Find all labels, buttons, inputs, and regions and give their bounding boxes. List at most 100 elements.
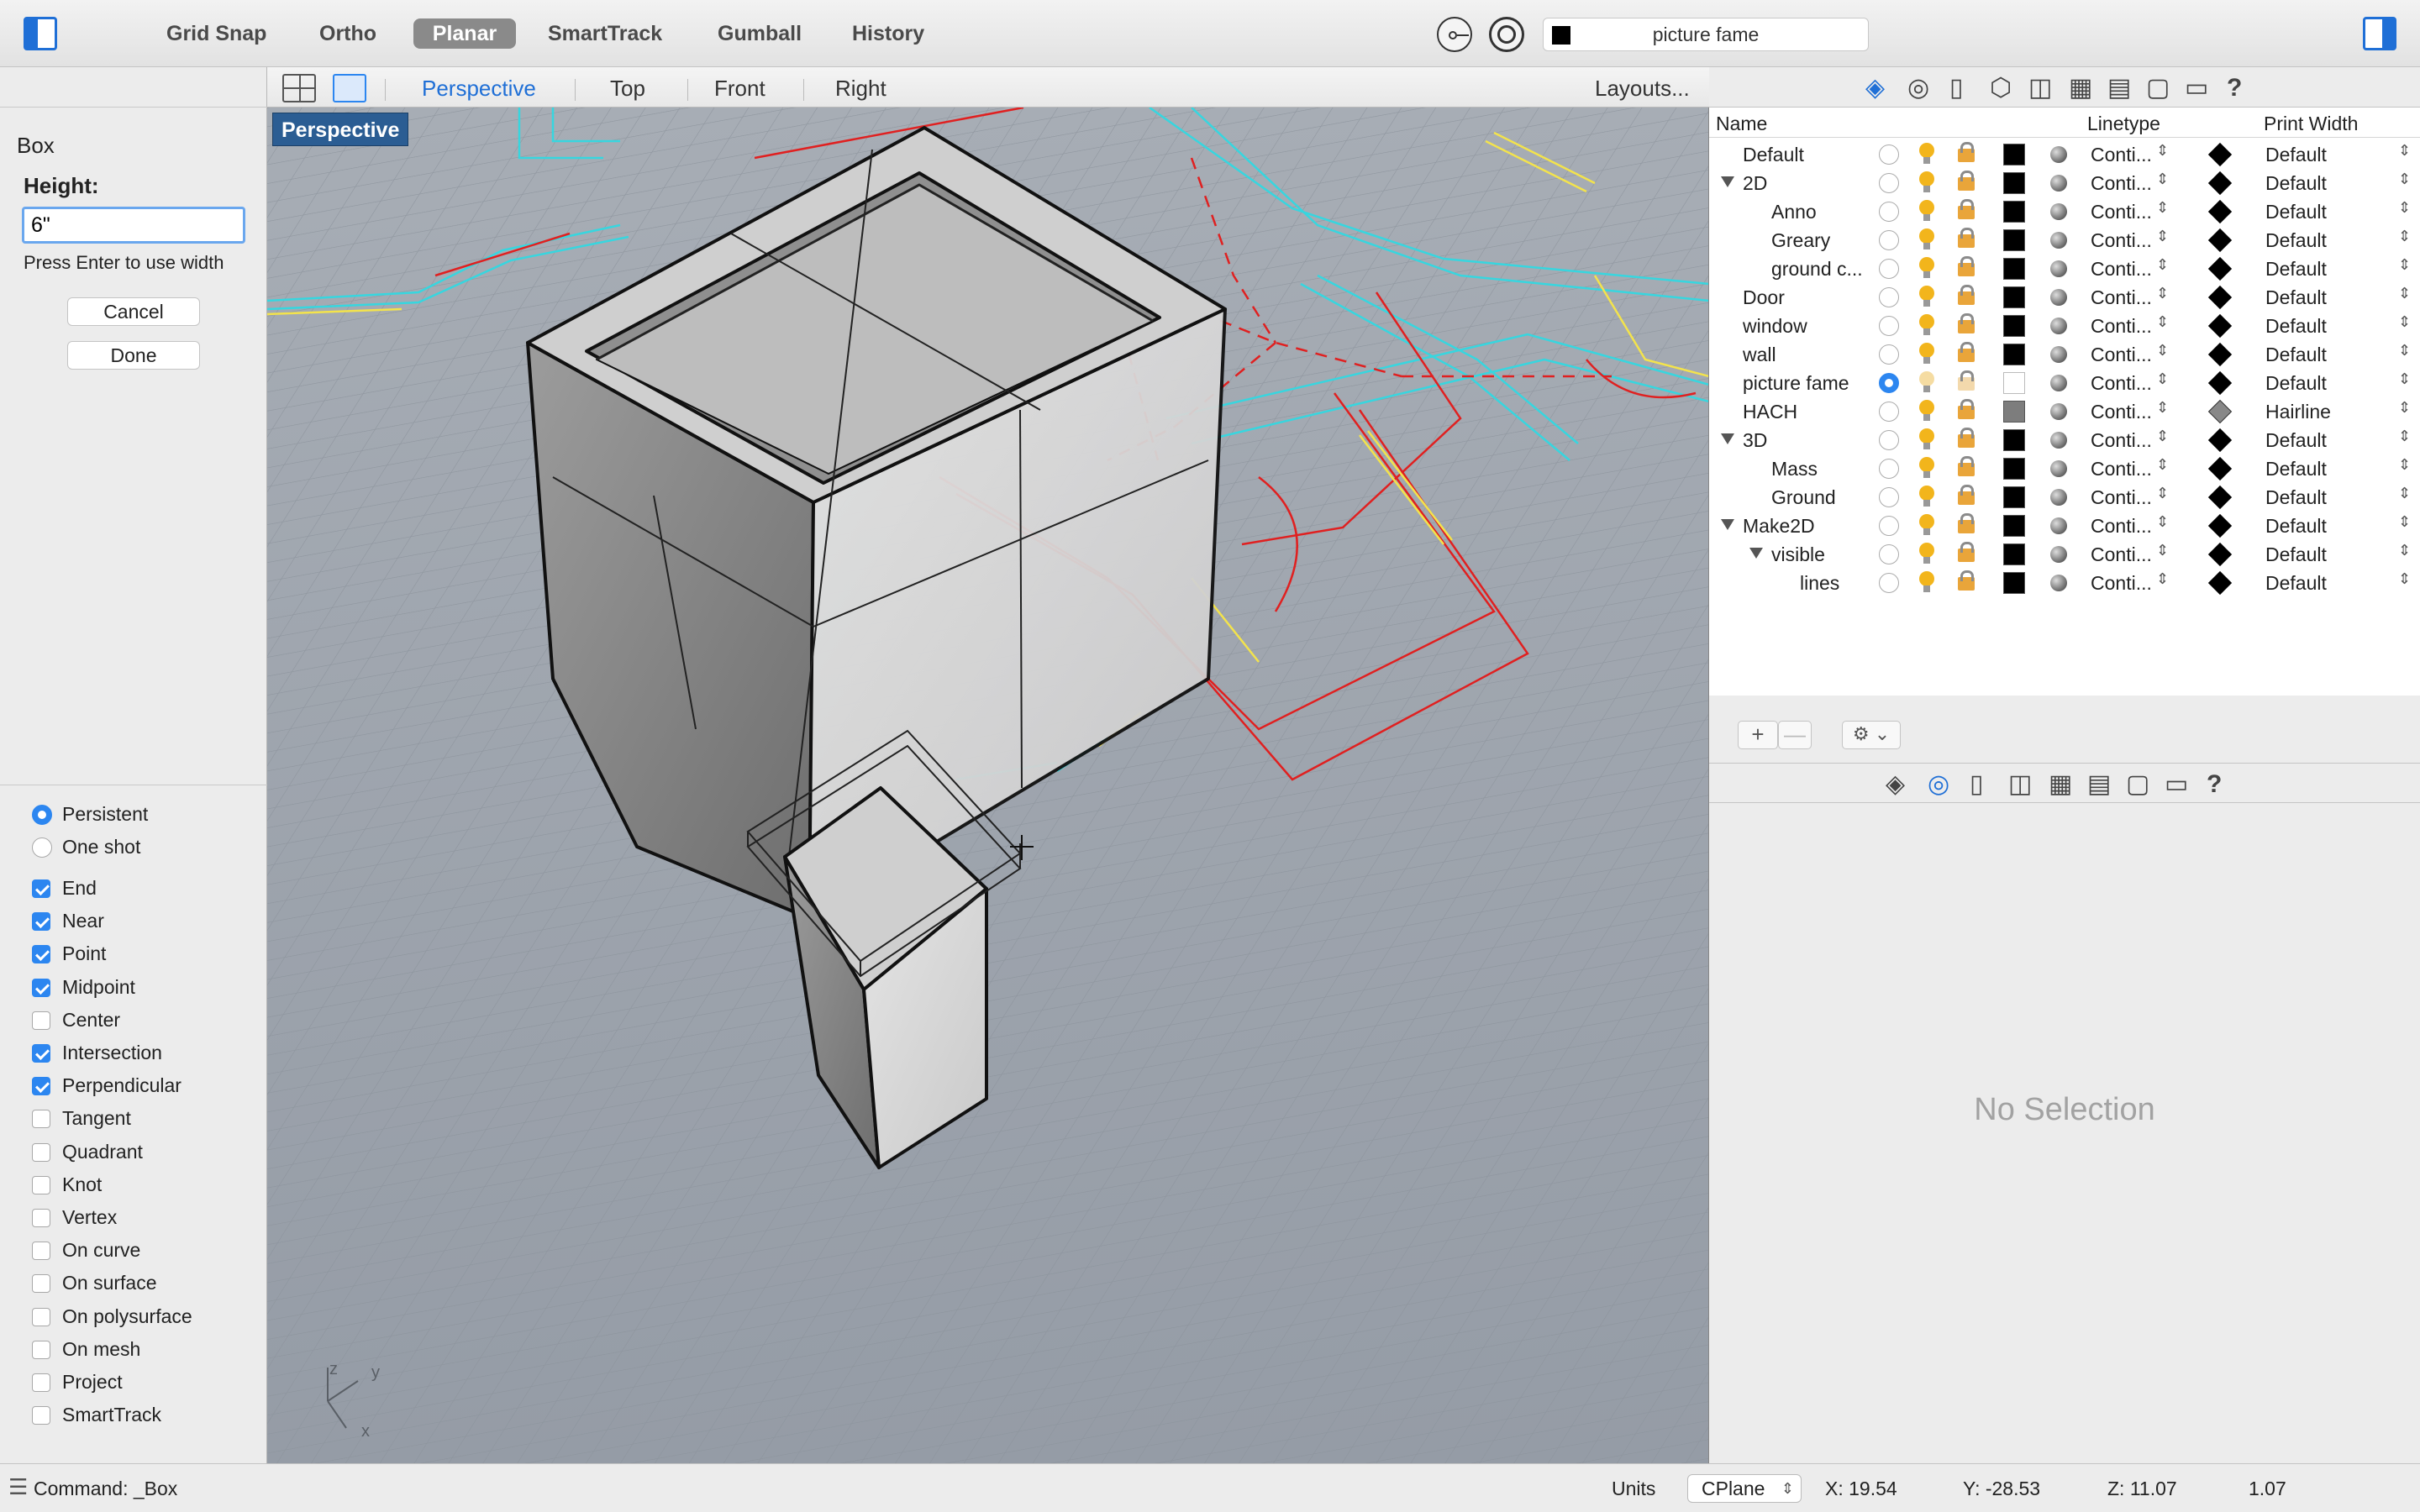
viewport-panel-icon[interactable]: ▢ [2146,76,2170,101]
layer-color-swatch[interactable] [2003,315,2025,337]
layers-icon[interactable]: ◈ [1865,76,1885,101]
print-color-diamond-icon[interactable] [2207,485,2233,510]
visibility-bulb-icon[interactable] [1919,428,1934,449]
material-sphere-icon[interactable] [2050,460,2067,477]
tab-top[interactable]: Top [610,74,645,102]
checkbox-icon[interactable] [32,1077,50,1096]
print-color-diamond-icon[interactable] [2207,399,2233,424]
layer-color-swatch[interactable] [2003,515,2025,537]
layer-linetype[interactable]: Conti... [2091,401,2152,423]
select-arrows-icon[interactable]: ⇕ [2398,485,2411,502]
lock-icon[interactable] [1958,485,1975,505]
checkbox-icon[interactable] [32,912,50,932]
visibility-bulb-icon[interactable] [1919,571,1934,592]
layer-color-swatch[interactable] [2003,572,2025,594]
layer-row[interactable]: ground c... Conti... ⇕ Default ⇕ [1709,254,2420,282]
current-layer-radio-icon[interactable] [1879,573,1899,593]
material-sphere-icon[interactable] [2050,575,2067,591]
layers-icon[interactable]: ◈ [1886,772,1905,797]
select-arrows-icon[interactable]: ⇕ [2156,142,2169,160]
grid-plane-icon[interactable]: ▦ [2069,76,2092,101]
layer-color-swatch[interactable] [2003,543,2025,565]
visibility-bulb-icon[interactable] [1919,371,1934,392]
viewport-title-label[interactable]: Perspective [272,113,409,146]
layer-row[interactable]: picture fame Conti... ⇕ Default ⇕ [1709,368,2420,396]
checkbox-icon[interactable] [32,1307,50,1326]
select-arrows-icon[interactable]: ⇕ [2156,370,2169,388]
checkbox-icon[interactable] [32,1242,50,1261]
grid-snap-button[interactable]: Grid Snap [151,18,281,49]
current-layer-radio-icon[interactable] [1879,487,1899,507]
current-layer-radio-icon[interactable] [1879,230,1899,250]
layer-print-width[interactable]: Default [2265,144,2327,166]
checkbox-icon[interactable] [32,1175,50,1194]
select-arrows-icon[interactable]: ⇕ [2398,142,2411,160]
select-arrows-icon[interactable]: ⇕ [2398,256,2411,274]
layer-color-swatch[interactable] [2003,229,2025,251]
layer-row[interactable]: lines Conti... ⇕ Default ⇕ [1709,568,2420,596]
current-layer-radio-icon[interactable] [1879,202,1899,222]
visibility-bulb-icon[interactable] [1919,457,1934,478]
layer-row[interactable]: window Conti... ⇕ Default ⇕ [1709,311,2420,339]
layer-name[interactable]: Mass [1771,458,1818,480]
select-arrows-icon[interactable]: ⇕ [2398,399,2411,417]
layer-row[interactable]: Mass Conti... ⇕ Default ⇕ [1709,454,2420,482]
print-color-diamond-icon[interactable] [2207,542,2233,567]
current-layer-radio-icon[interactable] [1879,459,1899,479]
done-button[interactable]: Done [67,341,200,370]
checkbox-icon[interactable] [32,879,50,898]
history-button[interactable]: History [837,18,939,49]
layer-color-swatch[interactable] [2003,172,2025,194]
lock-icon[interactable] [1958,256,1975,276]
select-arrows-icon[interactable]: ⇕ [2156,285,2169,302]
checkbox-icon[interactable] [32,1274,50,1294]
single-view-layout-icon[interactable] [333,74,366,102]
layer-print-width[interactable]: Default [2265,458,2327,480]
current-layer-radio-icon[interactable] [1879,316,1899,336]
select-arrows-icon[interactable]: ⇕ [2156,399,2169,417]
visibility-bulb-icon[interactable] [1919,314,1934,335]
layer-name[interactable]: Greary [1771,229,1830,252]
layer-print-width[interactable]: Default [2265,201,2327,223]
layer-print-width[interactable]: Default [2265,172,2327,195]
layer-color-swatch[interactable] [2003,429,2025,451]
layer-color-swatch[interactable] [2003,286,2025,308]
layer-linetype[interactable]: Conti... [2091,344,2152,366]
layer-print-width[interactable]: Default [2265,572,2327,595]
checkbox-icon[interactable] [32,1373,50,1392]
layer-color-swatch[interactable] [2003,372,2025,394]
print-color-diamond-icon[interactable] [2207,171,2233,196]
select-arrows-icon[interactable]: ⇕ [2398,542,2411,559]
select-arrows-icon[interactable]: ⇕ [2156,171,2169,188]
checkbox-icon[interactable] [32,1340,50,1359]
material-sphere-icon[interactable] [2050,403,2067,420]
layer-linetype[interactable]: Conti... [2091,258,2152,281]
notes-icon[interactable]: ▤ [2107,76,2131,101]
radio-icon[interactable] [32,837,52,858]
properties-icon[interactable]: ◎ [1928,772,1949,797]
select-arrows-icon[interactable]: ⇕ [2398,456,2411,474]
tab-perspective[interactable]: Perspective [422,74,536,102]
layer-linetype[interactable]: Conti... [2091,372,2152,395]
select-arrows-icon[interactable]: ⇕ [2398,428,2411,445]
layer-print-width[interactable]: Default [2265,286,2327,309]
osnap-target-icon[interactable] [1489,17,1524,52]
select-arrows-icon[interactable]: ⇕ [2398,313,2411,331]
visibility-bulb-icon[interactable] [1919,514,1934,535]
visibility-bulb-icon[interactable] [1919,228,1934,249]
lock-icon[interactable] [1958,542,1975,562]
visibility-bulb-icon[interactable] [1919,286,1934,307]
material-sphere-icon[interactable] [2050,289,2067,306]
layer-name[interactable]: Make2D [1743,515,1815,538]
lock-icon[interactable] [1958,370,1975,391]
material-sphere-icon[interactable] [2050,232,2067,249]
select-arrows-icon[interactable]: ⇕ [2156,256,2169,274]
visibility-bulb-icon[interactable] [1919,257,1934,278]
print-color-diamond-icon[interactable] [2207,228,2233,253]
four-view-layout-icon[interactable] [282,74,316,102]
checkbox-icon[interactable] [32,1011,50,1030]
layer-row[interactable]: Greary Conti... ⇕ Default ⇕ [1709,225,2420,254]
select-arrows-icon[interactable]: ⇕ [2398,171,2411,188]
select-arrows-icon[interactable]: ⇕ [2398,342,2411,360]
visibility-bulb-icon[interactable] [1919,400,1934,421]
